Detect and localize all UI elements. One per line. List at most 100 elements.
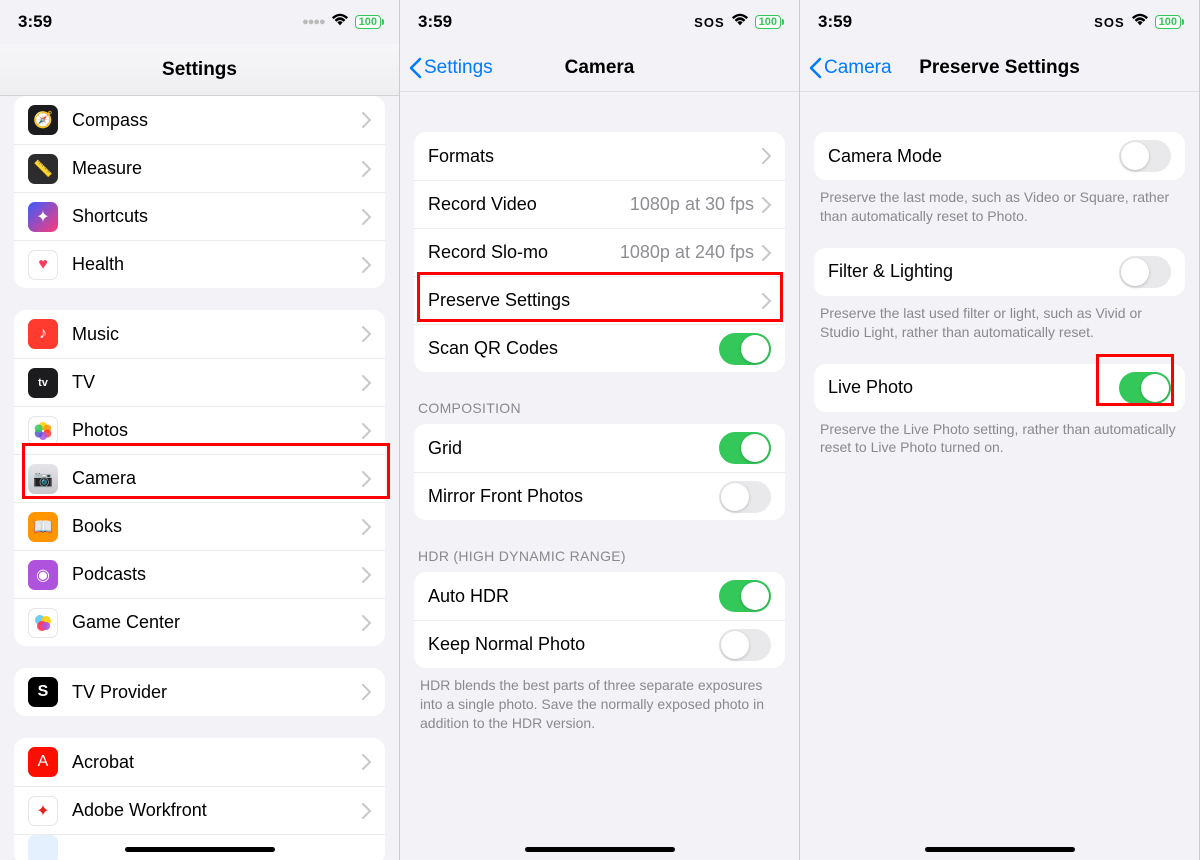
row-label: Filter & Lighting <box>828 261 1119 282</box>
row-formats[interactable]: Formats <box>414 132 785 180</box>
wifi-icon <box>331 13 349 31</box>
books-icon: 📖 <box>28 512 58 542</box>
row-label: Photos <box>72 420 362 441</box>
row-books[interactable]: 📖 Books <box>14 502 385 550</box>
back-button[interactable]: Camera <box>800 57 892 79</box>
photos-icon <box>28 416 58 446</box>
home-indicator[interactable] <box>125 847 275 852</box>
settings-list[interactable]: 🧭 Compass 📏 Measure ✦ Shortcuts ♥ Health <box>0 96 399 860</box>
row-tv-provider[interactable]: S TV Provider <box>14 668 385 716</box>
preserve-group-filter-lighting: Filter & Lighting <box>814 248 1185 296</box>
chevron-right-icon <box>362 423 371 439</box>
row-auto-hdr[interactable]: Auto HDR <box>414 572 785 620</box>
row-scan-qr-codes[interactable]: Scan QR Codes <box>414 324 785 372</box>
health-icon: ♥ <box>28 250 58 280</box>
row-music[interactable]: ♪ Music <box>14 310 385 358</box>
section-header-composition: COMPOSITION <box>418 400 781 416</box>
toggle-scan-qr[interactable] <box>719 333 771 365</box>
row-label: Record Video <box>428 194 630 215</box>
row-record-video[interactable]: Record Video 1080p at 30 fps <box>414 180 785 228</box>
battery-icon: 100 <box>355 15 381 29</box>
chevron-right-icon <box>362 519 371 535</box>
settings-group-thirdparty: A Acrobat ✦ Adobe Workfront <box>14 738 385 860</box>
row-game-center[interactable]: Game Center <box>14 598 385 646</box>
status-time: 3:59 <box>418 12 452 32</box>
row-label: TV <box>72 372 362 393</box>
row-filter-lighting[interactable]: Filter & Lighting <box>814 248 1185 296</box>
row-tv[interactable]: tv TV <box>14 358 385 406</box>
row-measure[interactable]: 📏 Measure <box>14 144 385 192</box>
music-icon: ♪ <box>28 319 58 349</box>
row-keep-normal-photo[interactable]: Keep Normal Photo <box>414 620 785 668</box>
chevron-right-icon <box>362 257 371 273</box>
row-camera-mode[interactable]: Camera Mode <box>814 132 1185 180</box>
battery-icon: 100 <box>755 15 781 29</box>
back-button[interactable]: Settings <box>400 57 493 79</box>
row-label: Mirror Front Photos <box>428 486 719 507</box>
row-label: Live Photo <box>828 377 1119 398</box>
row-label: TV Provider <box>72 682 362 703</box>
screenshot-camera-settings: 3:59 SOS 100 Settings Camera Formats Rec… <box>400 0 800 860</box>
row-acrobat[interactable]: A Acrobat <box>14 738 385 786</box>
row-adobe-workfront[interactable]: ✦ Adobe Workfront <box>14 786 385 834</box>
section-footer-hdr: HDR blends the best parts of three separ… <box>420 676 779 733</box>
row-preserve-settings[interactable]: Preserve Settings <box>414 276 785 324</box>
wifi-icon <box>1131 13 1149 31</box>
status-bar: 3:59 SOS 100 <box>400 0 799 44</box>
home-indicator[interactable] <box>525 847 675 852</box>
preserve-settings-list[interactable]: Camera Mode Preserve the last mode, such… <box>800 92 1199 860</box>
sos-indicator: SOS <box>694 15 724 30</box>
status-right: ●●●● 100 <box>302 13 381 31</box>
row-label: Measure <box>72 158 362 179</box>
screenshot-preserve-settings: 3:59 SOS 100 Camera Preserve Settings Ca… <box>800 0 1200 860</box>
row-label: Preserve Settings <box>428 290 762 311</box>
row-grid[interactable]: Grid <box>414 424 785 472</box>
row-health[interactable]: ♥ Health <box>14 240 385 288</box>
shortcuts-icon: ✦ <box>28 202 58 232</box>
back-label: Settings <box>424 57 493 79</box>
status-right: SOS 100 <box>694 13 781 31</box>
toggle-live-photo[interactable] <box>1119 372 1171 404</box>
row-photos[interactable]: Photos <box>14 406 385 454</box>
row-label: Health <box>72 254 362 275</box>
podcasts-icon: ◉ <box>28 560 58 590</box>
row-label: Adobe Workfront <box>72 800 362 821</box>
row-label: Grid <box>428 438 719 459</box>
camera-settings-list[interactable]: Formats Record Video 1080p at 30 fps Rec… <box>400 92 799 860</box>
toggle-auto-hdr[interactable] <box>719 580 771 612</box>
toggle-grid[interactable] <box>719 432 771 464</box>
toggle-keep-normal[interactable] <box>719 629 771 661</box>
row-camera[interactable]: 📷 Camera <box>14 454 385 502</box>
tv-provider-icon: S <box>28 677 58 707</box>
row-compass[interactable]: 🧭 Compass <box>14 96 385 144</box>
chevron-right-icon <box>362 209 371 225</box>
status-bar: 3:59 ●●●● 100 <box>0 0 399 44</box>
chevron-right-icon <box>362 803 371 819</box>
section-header-hdr: HDR (HIGH DYNAMIC RANGE) <box>418 548 781 564</box>
row-mirror-front-photos[interactable]: Mirror Front Photos <box>414 472 785 520</box>
toggle-camera-mode[interactable] <box>1119 140 1171 172</box>
home-indicator[interactable] <box>925 847 1075 852</box>
chevron-right-icon <box>762 197 771 213</box>
row-shortcuts[interactable]: ✦ Shortcuts <box>14 192 385 240</box>
row-live-photo[interactable]: Live Photo <box>814 364 1185 412</box>
row-label: Music <box>72 324 362 345</box>
row-detail: 1080p at 240 fps <box>620 242 754 263</box>
acrobat-icon: A <box>28 747 58 777</box>
row-podcasts[interactable]: ◉ Podcasts <box>14 550 385 598</box>
status-right: SOS 100 <box>1094 13 1181 31</box>
camera-group-composition: Grid Mirror Front Photos <box>414 424 785 520</box>
row-label: Formats <box>428 146 762 167</box>
chevron-right-icon <box>762 293 771 309</box>
toggle-mirror-front[interactable] <box>719 481 771 513</box>
chevron-right-icon <box>362 567 371 583</box>
row-record-slomo[interactable]: Record Slo-mo 1080p at 240 fps <box>414 228 785 276</box>
chevron-right-icon <box>762 148 771 164</box>
measure-icon: 📏 <box>28 154 58 184</box>
screenshot-settings-main: 3:59 ●●●● 100 Settings 🧭 Compass 📏 Measu… <box>0 0 400 860</box>
chevron-right-icon <box>362 754 371 770</box>
row-label: Keep Normal Photo <box>428 634 719 655</box>
toggle-filter-lighting[interactable] <box>1119 256 1171 288</box>
row-label: Compass <box>72 110 362 131</box>
settings-group-utilities: 🧭 Compass 📏 Measure ✦ Shortcuts ♥ Health <box>14 96 385 288</box>
